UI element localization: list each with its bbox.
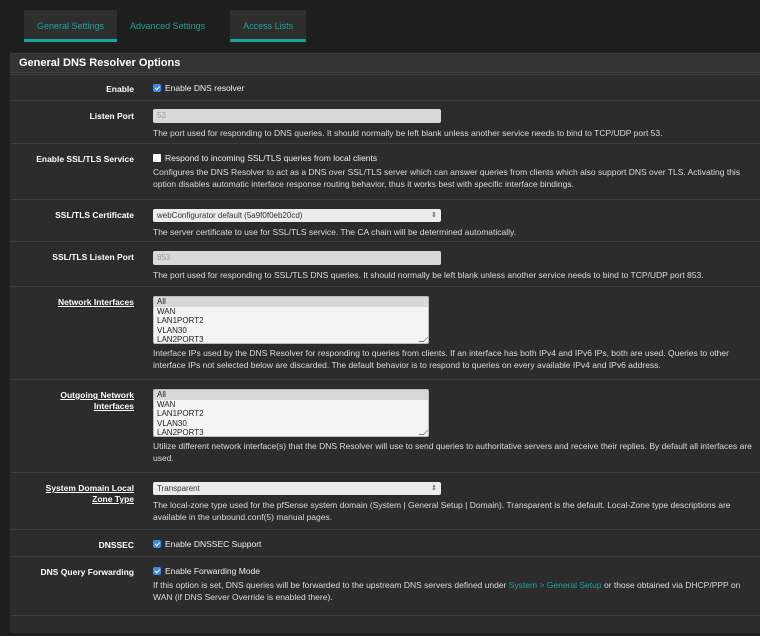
query-forwarding-help: If this option is set, DNS queries will … xyxy=(153,580,741,602)
row-ssl-service: Enable SSL/TLS Service Respond to incomi… xyxy=(10,143,760,198)
ssl-certificate-label: SSL/TLS Certificate xyxy=(55,210,134,220)
dnssec-checkbox[interactable] xyxy=(153,540,161,548)
row-enable: Enable Enable DNS resolver xyxy=(10,74,760,100)
outgoing-interfaces-select[interactable]: All WAN LAN1PORT2 VLAN30 LAN2PORT3 xyxy=(153,389,429,437)
ssl-service-checkbox[interactable] xyxy=(153,154,161,162)
row-dnssec: DNSSEC Enable DNSSEC Support xyxy=(10,529,760,555)
outgoing-interfaces-option[interactable]: All xyxy=(154,390,428,400)
dnssec-label: DNSSEC xyxy=(98,540,134,550)
network-interfaces-label: Network Interfaces xyxy=(57,297,134,307)
tab-general-settings[interactable]: General Settings xyxy=(24,10,118,42)
ssl-service-text: Respond to incoming SSL/TLS queries from… xyxy=(165,153,378,163)
ssl-certificate-value: webConfigurator default (5a9f0f0eb20cd) xyxy=(157,211,303,220)
outgoing-interfaces-help: Utilize different network interface(s) t… xyxy=(153,441,752,463)
listen-port-label: Listen Port xyxy=(89,111,134,121)
zone-type-label: System Domain Local Zone Type xyxy=(45,483,134,504)
network-interfaces-help: Interface IPs used by the DNS Resolver f… xyxy=(153,348,729,370)
ssl-service-help: Configures the DNS Resolver to act as a … xyxy=(153,167,741,189)
network-interfaces-option[interactable]: WAN xyxy=(154,307,428,317)
listen-port-input[interactable]: 53 xyxy=(153,109,441,123)
tab-bar: General Settings Advanced Settings Acces… xyxy=(24,10,307,42)
outgoing-interfaces-label: Outgoing Network Interfaces xyxy=(60,390,134,411)
ssl-certificate-help: The server certificate to use for SSL/TL… xyxy=(153,227,516,237)
row-network-interfaces: Network Interfaces All WAN LAN1PORT2 VLA… xyxy=(10,286,760,379)
forwarding-text: Enable Forwarding Mode xyxy=(165,566,260,576)
row-next xyxy=(10,615,760,636)
dns-resolver-panel: General DNS Resolver Options Enable Enab… xyxy=(10,53,760,633)
ssl-listen-port-help: The port used for responding to SSL/TLS … xyxy=(153,270,704,280)
ssl-listen-port-label: SSL/TLS Listen Port xyxy=(52,252,134,262)
outgoing-interfaces-option[interactable]: WAN xyxy=(154,400,428,410)
row-ssl-listen-port: SSL/TLS Listen Port 853 The port used fo… xyxy=(10,241,760,284)
tab-access-lists[interactable]: Access Lists xyxy=(230,10,307,42)
general-setup-link[interactable]: System > General Setup xyxy=(509,580,602,590)
forwarding-checkbox[interactable] xyxy=(153,567,161,575)
row-outgoing-interfaces: Outgoing Network Interfaces All WAN LAN1P… xyxy=(10,379,760,471)
outgoing-interfaces-option[interactable]: VLAN30 xyxy=(154,419,428,429)
query-forwarding-label: DNS Query Forwarding xyxy=(40,567,134,577)
network-interfaces-select[interactable]: All WAN LAN1PORT2 VLAN30 LAN2PORT3 xyxy=(153,296,429,344)
enable-label: Enable xyxy=(106,84,134,94)
network-interfaces-option[interactable]: All xyxy=(154,297,428,307)
tab-advanced-settings[interactable]: Advanced Settings xyxy=(117,10,218,42)
network-interfaces-option[interactable]: VLAN30 xyxy=(154,326,428,336)
row-listen-port: Listen Port 53 The port used for respond… xyxy=(10,100,760,142)
zone-type-value: Transparent xyxy=(157,484,200,493)
outgoing-interfaces-option[interactable]: LAN2PORT3 xyxy=(154,428,428,436)
row-zone-type: System Domain Local Zone Type Transparent… xyxy=(10,472,760,529)
enable-resolver-text: Enable DNS resolver xyxy=(165,83,245,93)
ssl-certificate-select[interactable]: webConfigurator default (5a9f0f0eb20cd) ⇕ xyxy=(153,209,441,222)
zone-type-help: The local-zone type used for the pfSense… xyxy=(153,500,731,522)
network-interfaces-option[interactable]: LAN2PORT3 xyxy=(154,335,428,343)
listen-port-help: The port used for responding to DNS quer… xyxy=(153,128,663,138)
zone-type-select[interactable]: Transparent ⇕ xyxy=(153,482,441,495)
outgoing-interfaces-option[interactable]: LAN1PORT2 xyxy=(154,409,428,419)
select-arrows-icon: ⇕ xyxy=(431,485,437,492)
ssl-listen-port-input[interactable]: 853 xyxy=(153,251,441,265)
network-interfaces-option[interactable]: LAN1PORT2 xyxy=(154,316,428,326)
dnssec-text: Enable DNSSEC Support xyxy=(165,539,262,549)
row-ssl-certificate: SSL/TLS Certificate webConfigurator defa… xyxy=(10,199,760,240)
select-arrows-icon: ⇕ xyxy=(431,212,437,219)
ssl-service-label: Enable SSL/TLS Service xyxy=(36,154,134,164)
panel-title: General DNS Resolver Options xyxy=(10,53,760,73)
enable-resolver-checkbox[interactable] xyxy=(153,84,161,92)
row-query-forwarding: DNS Query Forwarding Enable Forwarding M… xyxy=(10,556,760,615)
